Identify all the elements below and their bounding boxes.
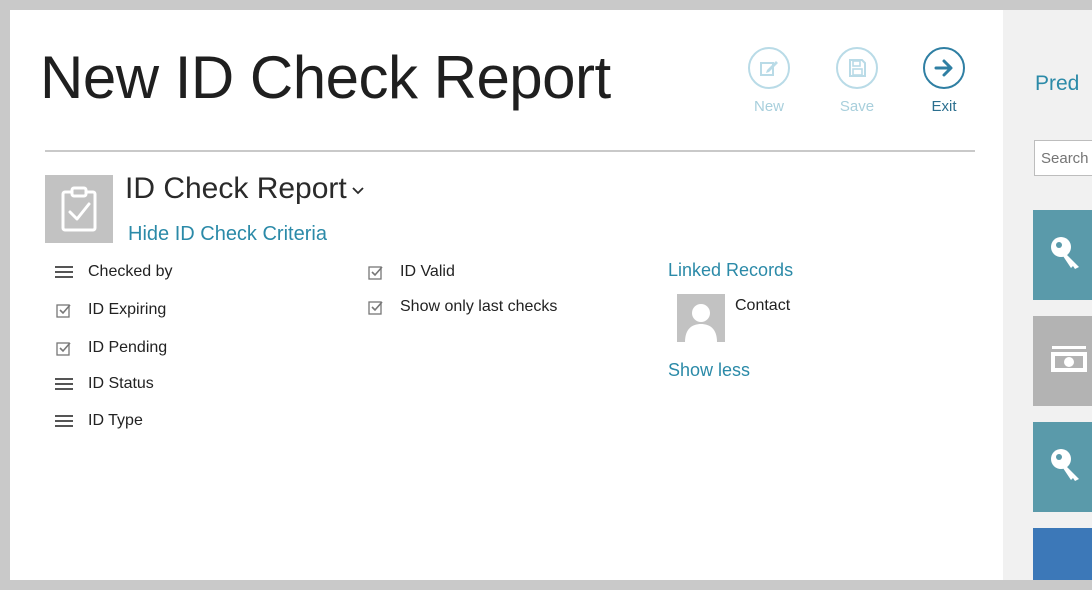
criteria-label: ID Expiring <box>88 301 167 318</box>
criteria-item[interactable]: Checked by <box>54 262 173 282</box>
list-icon <box>54 262 74 282</box>
header-divider <box>45 150 975 152</box>
side-panel: Pred <box>1003 10 1092 580</box>
list-icon <box>54 411 74 431</box>
checkbox-checked-icon <box>54 338 74 358</box>
hide-criteria-link[interactable]: Hide ID Check Criteria <box>128 223 327 246</box>
arrow-right-icon <box>923 47 965 89</box>
show-less-link[interactable]: Show less <box>668 360 750 381</box>
checkbox-checked-icon <box>366 262 386 282</box>
linked-records-title: Linked Records <box>668 260 794 280</box>
criteria-label: Checked by <box>88 263 173 280</box>
checkbox-checked-icon <box>366 297 386 317</box>
page-title: New ID Check Report <box>40 44 611 111</box>
tile-money[interactable] <box>1033 316 1092 406</box>
save-button[interactable]: Save <box>827 47 887 115</box>
criteria-item[interactable]: ID Pending <box>54 338 167 358</box>
main-panel: New ID Check Report New Save Exit ID Che… <box>10 10 1003 580</box>
criteria-label: ID Valid <box>400 263 455 280</box>
report-selector[interactable]: ID Check Report <box>125 172 365 206</box>
save-button-label: Save <box>839 98 875 115</box>
criteria-label: ID Status <box>88 375 154 392</box>
criteria-item[interactable]: ID Type <box>54 411 143 431</box>
new-button-label: New <box>753 98 784 115</box>
tile-key[interactable] <box>1033 210 1092 300</box>
criteria-item[interactable]: ID Expiring <box>54 300 166 320</box>
chevron-down-icon <box>351 180 365 201</box>
exit-button[interactable]: Exit <box>914 47 974 115</box>
list-icon <box>54 374 74 394</box>
key-icon <box>1049 445 1089 490</box>
criteria-item[interactable]: ID Status <box>54 374 154 394</box>
tile-home[interactable] <box>1033 528 1092 580</box>
criteria-item[interactable]: Show only last checks <box>366 297 557 317</box>
save-icon <box>836 47 878 89</box>
linked-record-contact[interactable]: Contact <box>735 297 790 315</box>
new-button[interactable]: New <box>739 47 799 115</box>
report-name: ID Check Report <box>125 172 347 205</box>
tile-key[interactable] <box>1033 422 1092 512</box>
checkbox-checked-icon <box>54 300 74 320</box>
edit-icon <box>748 47 790 89</box>
side-panel-title: Pred <box>1035 72 1080 95</box>
clipboard-check-icon <box>45 175 113 243</box>
criteria-label: ID Pending <box>88 339 168 356</box>
criteria-item[interactable]: ID Valid <box>366 262 455 282</box>
key-icon <box>1049 233 1089 278</box>
exit-button-label: Exit <box>931 98 957 115</box>
person-avatar-icon[interactable] <box>677 294 725 342</box>
criteria-label: ID Type <box>88 412 143 429</box>
app-window: New ID Check Report New Save Exit ID Che… <box>10 10 1092 580</box>
home-icon <box>1049 579 1089 580</box>
search-input[interactable] <box>1034 140 1092 176</box>
money-icon <box>1049 344 1089 379</box>
criteria-label: Show only last checks <box>400 298 558 315</box>
